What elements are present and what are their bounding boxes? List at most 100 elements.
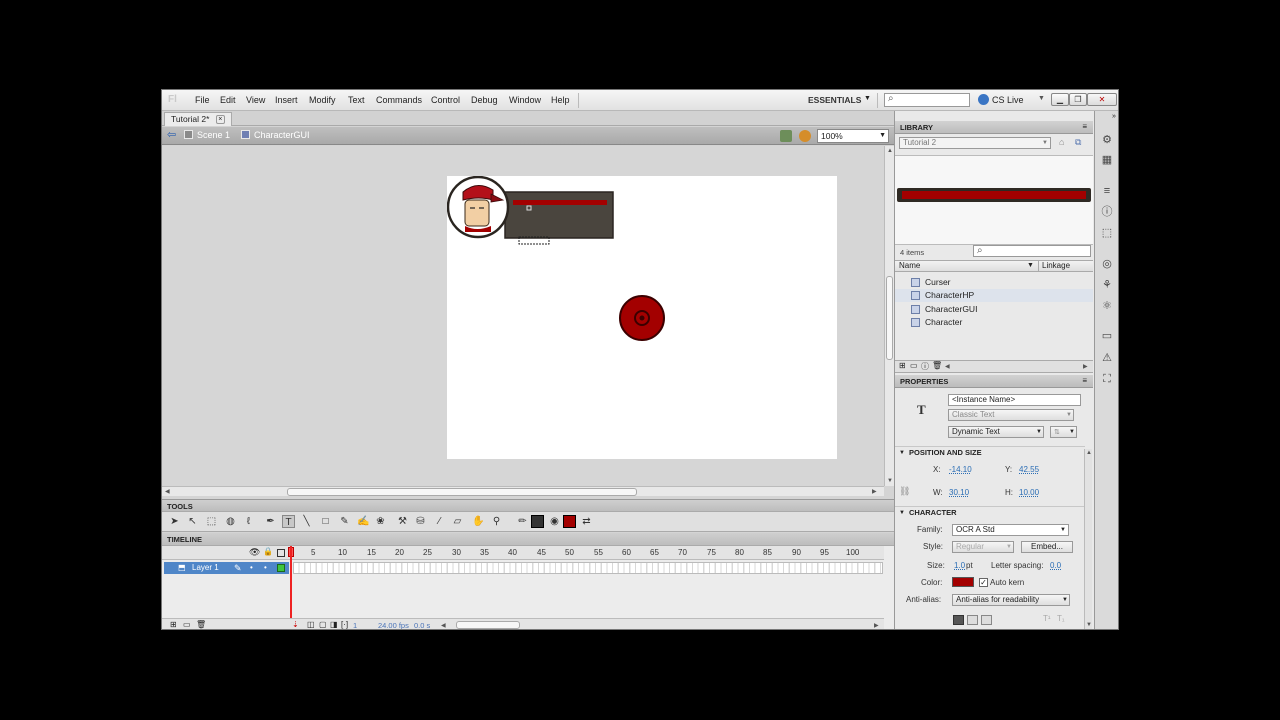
breadcrumb-scene[interactable]: Scene 1 [184, 130, 230, 140]
3d-rotation-tool-icon[interactable]: ◍ [224, 515, 237, 528]
column-linkage[interactable]: Linkage [1042, 261, 1070, 271]
text-type-select[interactable]: Dynamic Text ▼ [948, 426, 1044, 438]
eyedropper-tool-icon[interactable]: ⁄ [433, 515, 446, 528]
subscript-icon[interactable]: T₁ [1057, 614, 1065, 623]
render-html-toggle[interactable] [967, 615, 978, 625]
playhead[interactable] [290, 546, 292, 621]
font-family-select[interactable]: OCR A Std ▼ [952, 524, 1069, 536]
scroll-left-icon[interactable]: ◀ [945, 363, 950, 370]
delete-layer-icon[interactable]: 🗑 [196, 620, 206, 629]
fill-color-swatch[interactable] [563, 515, 576, 528]
free-transform-tool-icon[interactable]: ⬚ [205, 515, 218, 528]
menu-commands[interactable]: Commands [376, 95, 422, 105]
pin-icon[interactable]: ⌂ [1059, 137, 1064, 147]
library-item[interactable]: CharacterHP [895, 289, 1093, 302]
motion-presets-icon[interactable]: ⚙ [1100, 133, 1114, 147]
subselection-tool-icon[interactable]: ↖ [186, 515, 199, 528]
deco-tool-icon[interactable]: ❀ [374, 515, 387, 528]
library-document-select[interactable]: Tutorial 2 ▼ [899, 137, 1051, 149]
close-icon[interactable]: × [215, 115, 225, 125]
swatches-icon[interactable]: ⚘ [1100, 278, 1114, 292]
edit-scene-icon[interactable] [780, 130, 792, 142]
new-folder-icon[interactable]: ▭ [910, 361, 918, 370]
section-position-and-size[interactable]: ▼ POSITION AND SIZE [895, 446, 1085, 458]
auto-kern-checkbox[interactable]: ✓ [979, 578, 988, 587]
x-value[interactable]: -14.10 [949, 465, 972, 474]
scroll-up-icon[interactable]: ▲ [887, 148, 893, 154]
instance-name-input[interactable]: <Instance Name> [948, 394, 1081, 406]
superscript-icon[interactable]: T¹ [1043, 614, 1051, 623]
menu-insert[interactable]: Insert [275, 95, 298, 105]
document-tab[interactable]: Tutorial 2* × [164, 112, 232, 126]
code-snippets-icon[interactable]: ⚛ [1100, 299, 1114, 313]
text-tool-icon[interactable]: T [282, 515, 295, 528]
scroll-thumb[interactable] [886, 276, 893, 360]
library-item[interactable]: Character [895, 316, 1093, 329]
outline-icon[interactable] [277, 549, 285, 557]
eraser-tool-icon[interactable]: ▱ [451, 515, 464, 528]
stage-horizontal-scrollbar[interactable]: ◀ ▶ [162, 486, 884, 496]
w-value[interactable]: 30.10 [949, 488, 969, 497]
frame-rate[interactable]: 24.00 fps [378, 621, 409, 629]
lock-dot[interactable]: • [264, 562, 267, 574]
panel-menu-icon[interactable]: ≡ [1082, 376, 1087, 385]
chevron-down-icon[interactable]: ▼ [864, 95, 871, 102]
new-layer-icon[interactable]: ⊞ [170, 620, 177, 629]
zoom-select[interactable]: 100% ▼ [817, 129, 889, 143]
minimize-button[interactable]: ▁ [1051, 93, 1069, 106]
pen-tool-icon[interactable]: ✒ [264, 515, 277, 528]
layer-frames[interactable] [293, 562, 883, 574]
scroll-down-icon[interactable]: ▼ [887, 478, 893, 484]
zoom-tool-icon[interactable]: ⚲ [490, 515, 503, 528]
stroke-color-swatch[interactable] [531, 515, 544, 528]
library-item[interactable]: CharacterGUI [895, 303, 1093, 316]
menu-control[interactable]: Control [431, 95, 460, 105]
menu-help[interactable]: Help [551, 95, 570, 105]
bone-tool-icon[interactable]: ⚒ [396, 515, 409, 528]
menu-text[interactable]: Text [348, 95, 365, 105]
selection-tool-icon[interactable]: ➤ [168, 515, 181, 528]
letter-spacing-value[interactable]: 0.0 [1050, 561, 1061, 570]
transform-icon[interactable]: ⬚ [1100, 226, 1114, 240]
new-symbol-icon[interactable]: ⊞ [899, 361, 906, 370]
rectangle-tool-icon[interactable]: □ [319, 515, 332, 528]
panel-menu-icon[interactable]: ≡ [1082, 122, 1087, 131]
stroke-color-icon[interactable]: ✏ [516, 515, 529, 528]
menu-debug[interactable]: Debug [471, 95, 498, 105]
text-color-swatch[interactable] [952, 577, 974, 587]
restore-button[interactable]: ❐ [1069, 93, 1087, 106]
align-icon[interactable]: ≡ [1100, 184, 1114, 198]
show-border-toggle[interactable] [981, 615, 992, 625]
selectable-toggle[interactable] [953, 615, 964, 625]
pencil-tool-icon[interactable]: ✎ [338, 515, 351, 528]
cs-live-button[interactable]: CS Live [992, 95, 1024, 105]
scroll-right-icon[interactable]: ▶ [872, 488, 877, 495]
delete-icon[interactable]: 🗑 [932, 361, 942, 370]
menu-modify[interactable]: Modify [309, 95, 336, 105]
y-value[interactable]: 42.55 [1019, 465, 1039, 474]
library-search-input[interactable]: ⌕ [973, 245, 1091, 257]
lasso-tool-icon[interactable]: ℓ [242, 515, 255, 528]
scroll-left-icon[interactable]: ◀ [441, 622, 446, 629]
properties-scrollbar[interactable]: ▲ ▼ [1084, 449, 1092, 629]
constrain-link-icon[interactable]: ⛓ [899, 486, 910, 497]
scroll-left-icon[interactable]: ◀ [165, 488, 170, 495]
text-orientation-select[interactable]: ⇅ ▼ [1050, 426, 1077, 438]
onion-markers-icon[interactable]: [·] [341, 620, 348, 629]
scroll-thumb[interactable] [287, 488, 637, 496]
timeline-scroll-thumb[interactable] [456, 621, 520, 629]
hp-bar[interactable] [513, 200, 607, 205]
pasteboard[interactable] [162, 146, 884, 486]
timeline-panel-header[interactable]: TIMELINE [162, 533, 894, 546]
library-item[interactable]: Curser [895, 276, 1093, 289]
gui-panel[interactable] [504, 191, 614, 239]
swap-colors-icon[interactable]: ⇄ [580, 515, 593, 528]
properties-icon[interactable]: ⓘ [921, 361, 929, 372]
text-engine-select[interactable]: Classic Text ▼ [948, 409, 1074, 421]
hand-tool-icon[interactable]: ✋ [472, 515, 485, 528]
expand-panels-icon[interactable]: » [1112, 113, 1116, 120]
scroll-up-icon[interactable]: ▲ [1086, 450, 1092, 456]
new-folder-icon[interactable]: ▭ [183, 620, 191, 629]
chevron-down-icon[interactable]: ▼ [1038, 95, 1045, 102]
section-character[interactable]: ▼ CHARACTER [895, 506, 1085, 518]
